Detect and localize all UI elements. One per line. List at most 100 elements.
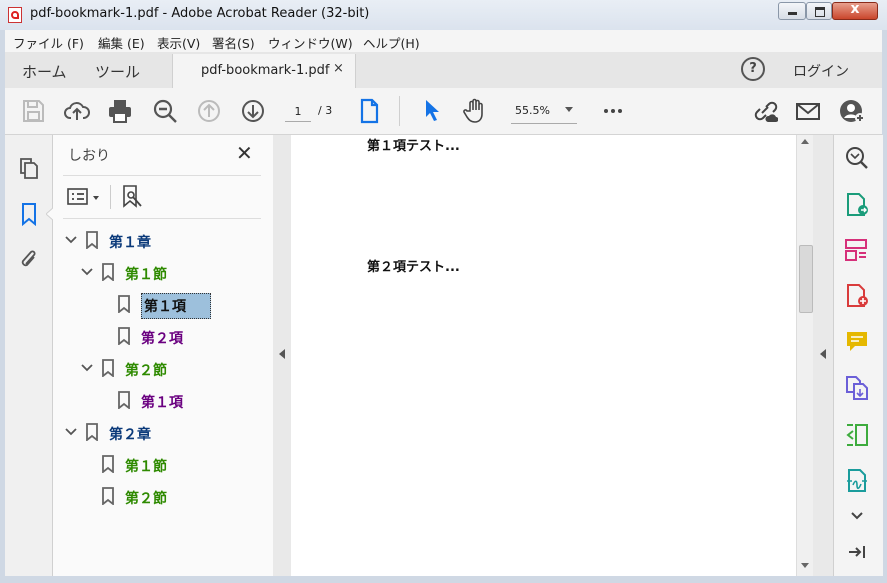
- menu-bar: ファイル (F) 編集 (E) 表示(V) 署名(S) ウィンドウ(W) ヘルプ…: [5, 30, 882, 53]
- bookmark-label: 第１章: [109, 235, 151, 251]
- menu-window[interactable]: ウィンドウ(W): [268, 33, 353, 52]
- export-pdf-icon[interactable]: [844, 192, 870, 218]
- maximize-button[interactable]: [806, 2, 832, 20]
- page-thumbnails-icon[interactable]: [18, 155, 40, 179]
- zoom-out-search-icon[interactable]: [151, 97, 179, 125]
- bookmark-icon: [102, 359, 114, 377]
- toolbar-divider: [399, 96, 400, 126]
- combine-files-icon[interactable]: [844, 375, 870, 401]
- bookmark-item[interactable]: 第２項: [53, 325, 269, 351]
- bookmark-label: 第２節: [125, 363, 167, 379]
- collapse-right-panel-handle[interactable]: [813, 135, 833, 576]
- more-options-icon[interactable]: [599, 97, 627, 125]
- bookmark-item[interactable]: 第１節: [53, 453, 269, 479]
- bookmark-options-button[interactable]: [67, 187, 105, 207]
- login-button[interactable]: ログイン: [793, 61, 849, 81]
- chevron-down-icon[interactable]: [844, 503, 870, 529]
- tab-document[interactable]: pdf-bookmark-1.pdf ×: [172, 54, 356, 88]
- menu-view[interactable]: 表示(V): [157, 33, 200, 52]
- comment-icon[interactable]: [844, 329, 870, 355]
- user-account-icon[interactable]: [838, 97, 866, 125]
- panel-divider: [63, 175, 261, 176]
- zoom-value: 55.5%: [515, 104, 550, 117]
- close-panel-icon[interactable]: ✕: [236, 143, 253, 163]
- email-icon[interactable]: [794, 97, 822, 125]
- chevron-down-icon[interactable]: [80, 265, 94, 279]
- bookmark-icon: [86, 423, 98, 441]
- page-view-icon[interactable]: [355, 97, 383, 125]
- bookmark-item[interactable]: 第１節: [53, 261, 269, 287]
- menu-help[interactable]: ヘルプ(H): [363, 33, 420, 52]
- panel-divider: [63, 218, 261, 219]
- menu-file[interactable]: ファイル (F): [13, 33, 84, 52]
- acrobat-app-icon: [8, 7, 22, 23]
- panel-toolbar-divider: [110, 185, 111, 209]
- zoom-search-icon[interactable]: [844, 145, 870, 171]
- chevron-down-icon[interactable]: [64, 233, 78, 247]
- previous-page-icon[interactable]: [195, 97, 223, 125]
- bookmarks-panel: しおり ✕ 第１章 第１節 第１項 第２項 第２節 第１項 第２章 第１節 第２節: [53, 135, 274, 576]
- bookmark-label: 第１節: [125, 459, 167, 475]
- chevron-left-icon: [279, 349, 285, 359]
- collapse-left-panel-handle[interactable]: [273, 135, 291, 576]
- window-frame-bottom: [0, 576, 887, 583]
- share-link-icon[interactable]: [750, 97, 779, 125]
- bookmark-icon: [118, 295, 130, 313]
- bookmark-item[interactable]: 第２章: [53, 421, 269, 447]
- bookmark-icon: [102, 487, 114, 505]
- bookmark-item[interactable]: 第２節: [53, 485, 269, 511]
- document-tab-label: pdf-bookmark-1.pdf: [201, 63, 330, 78]
- document-text-line: 第１項テスト...: [367, 139, 460, 154]
- cloud-upload-icon[interactable]: [63, 97, 91, 125]
- print-icon[interactable]: [106, 97, 134, 125]
- help-icon[interactable]: ?: [741, 57, 765, 81]
- left-navigation-rail: [5, 135, 55, 576]
- tab-tools[interactable]: ツール: [95, 61, 140, 82]
- chevron-down-icon[interactable]: [64, 425, 78, 439]
- bookmarks-panel-title: しおり: [68, 148, 110, 164]
- chevron-down-icon: [565, 107, 573, 112]
- next-page-icon[interactable]: [239, 97, 267, 125]
- bookmark-item[interactable]: 第１項: [53, 389, 269, 415]
- scrollbar-thumb[interactable]: [799, 245, 813, 313]
- select-cursor-icon[interactable]: [418, 97, 446, 125]
- bookmark-item[interactable]: 第２節: [53, 357, 269, 383]
- send-for-signature-icon[interactable]: [844, 468, 870, 494]
- bookmarks-panel-icon[interactable]: [19, 202, 39, 227]
- scroll-down-arrow-icon[interactable]: [801, 563, 809, 568]
- tab-row: ホーム ツール pdf-bookmark-1.pdf × ? ログイン: [5, 52, 882, 89]
- document-view[interactable]: 第１項テスト... 第２項テスト...: [291, 135, 796, 576]
- bookmark-label: 第１項: [141, 293, 211, 319]
- minimize-button[interactable]: [778, 2, 806, 20]
- bookmark-icon: [118, 391, 130, 409]
- title-bar: pdf-bookmark-1.pdf - Adobe Acrobat Reade…: [0, 0, 887, 31]
- attachments-paperclip-icon[interactable]: [18, 248, 40, 272]
- chevron-down-icon[interactable]: [80, 361, 94, 375]
- menu-edit[interactable]: 編集 (E): [98, 33, 145, 52]
- collapse-tools-pane-icon[interactable]: [844, 539, 870, 565]
- bookmark-label: 第２項: [141, 331, 183, 347]
- bookmark-item[interactable]: 第１章: [53, 229, 269, 255]
- bookmark-label: 第２章: [109, 427, 151, 443]
- bookmark-item[interactable]: 第１項: [53, 293, 269, 319]
- bookmark-label: 第１節: [125, 267, 167, 283]
- close-icon: x: [850, 1, 860, 17]
- create-pdf-icon[interactable]: [844, 283, 870, 309]
- bookmark-label: 第２節: [125, 491, 167, 507]
- zoom-dropdown[interactable]: 55.5%: [511, 101, 577, 124]
- window-title: pdf-bookmark-1.pdf - Adobe Acrobat Reade…: [30, 6, 370, 21]
- find-bookmark-icon[interactable]: [121, 184, 145, 210]
- menu-sign[interactable]: 署名(S): [212, 33, 255, 52]
- save-icon[interactable]: [19, 97, 47, 125]
- vertical-scrollbar[interactable]: [796, 135, 814, 576]
- compress-pdf-icon[interactable]: [844, 422, 870, 448]
- scroll-up-arrow-icon[interactable]: [801, 139, 809, 144]
- tab-home[interactable]: ホーム: [22, 61, 67, 82]
- page-total: / 3: [318, 104, 333, 117]
- close-tab-icon[interactable]: ×: [333, 61, 344, 76]
- organize-pages-icon[interactable]: [844, 237, 870, 263]
- page-number-input[interactable]: [285, 101, 311, 122]
- chevron-left-icon: [820, 349, 826, 359]
- close-window-button[interactable]: x: [832, 1, 878, 20]
- hand-tool-icon[interactable]: [461, 97, 489, 125]
